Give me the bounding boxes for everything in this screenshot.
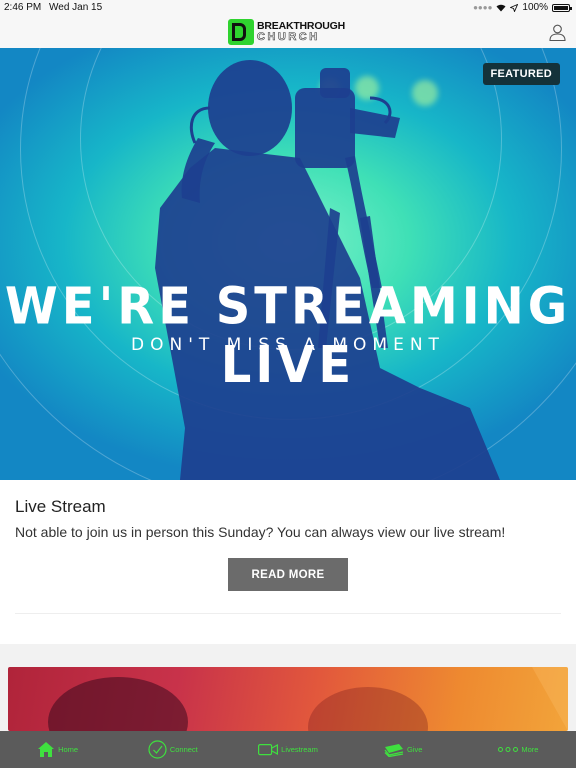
tab-more-label: More [521, 745, 539, 754]
tab-give[interactable]: Give [346, 731, 461, 768]
battery-icon [552, 3, 572, 12]
tab-home[interactable]: Home [0, 731, 115, 768]
logo-mark-icon [228, 19, 254, 45]
hero-subheadline: DON'T MISS A MOMENT [131, 335, 445, 355]
wifi-icon [496, 4, 506, 11]
status-date: Wed Jan 15 [49, 2, 103, 13]
money-icon [384, 743, 404, 757]
logo-line2: CHURCH [257, 31, 320, 43]
top-navbar: BREAKTHROUGH CHURCH [0, 16, 576, 49]
read-more-button[interactable]: READ MORE [228, 558, 348, 591]
battery-percent: 100% [522, 2, 548, 13]
live-stream-card: Live Stream Not able to join us in perso… [0, 480, 576, 644]
church-logo[interactable]: BREAKTHROUGH CHURCH [228, 19, 345, 45]
camera-operator-silhouette [155, 60, 500, 480]
check-circle-icon [148, 740, 167, 759]
card-description: Not able to join us in person this Sunda… [15, 524, 506, 540]
featured-hero-image[interactable]: WE'RE STREAMING LIVE DON'T MISS A MOMENT… [0, 48, 576, 480]
tab-more[interactable]: More [461, 731, 576, 768]
status-time: 2:46 PM [4, 2, 42, 13]
user-profile-icon[interactable] [549, 24, 566, 41]
home-icon [38, 742, 55, 757]
more-dots-icon [498, 747, 519, 752]
tab-give-label: Give [407, 745, 423, 754]
next-card-image[interactable] [8, 667, 568, 731]
divider [15, 613, 561, 614]
video-camera-icon [258, 743, 279, 756]
status-bar: 2:46 PM Wed Jan 15 ●●●● 100% [0, 0, 576, 16]
tab-livestream[interactable]: Livestream [230, 731, 345, 768]
tab-livestream-label: Livestream [281, 745, 318, 754]
featured-badge: FEATURED [482, 63, 560, 85]
bottom-tab-bar: Home Connect Livestream Give More [0, 731, 576, 768]
card-title[interactable]: Live Stream [15, 497, 106, 517]
location-arrow-icon [510, 3, 519, 12]
tab-connect-label: Connect [169, 745, 198, 754]
signal-dots-icon: ●●●● [473, 3, 493, 12]
status-indicators: ●●●● 100% [473, 2, 572, 13]
tab-home-label: Home [58, 745, 79, 754]
tab-connect[interactable]: Connect [115, 731, 230, 768]
